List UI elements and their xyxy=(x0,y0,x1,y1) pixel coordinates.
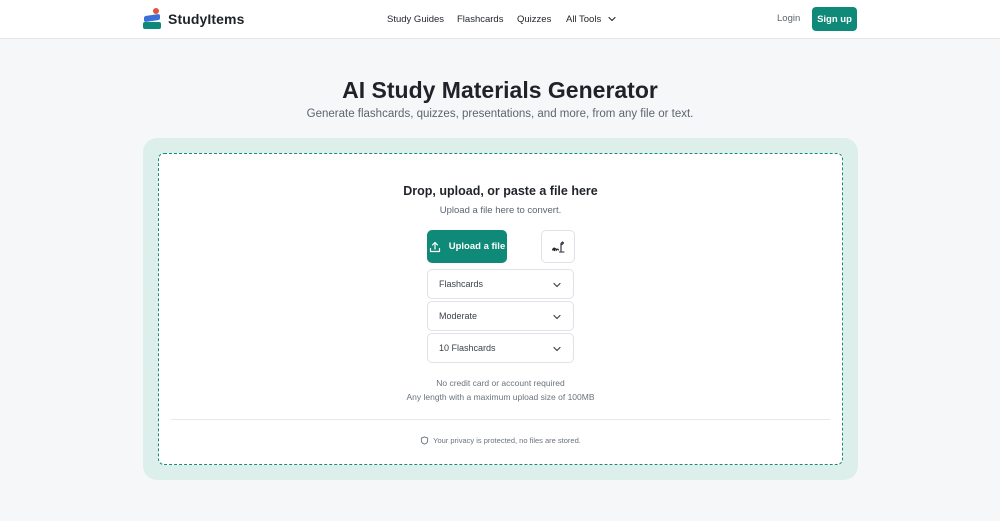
privacy-text: Your privacy is protected, no files are … xyxy=(433,436,581,445)
count-select[interactable]: 10 Flashcards xyxy=(427,333,574,363)
signup-button[interactable]: Sign up xyxy=(812,7,857,31)
upload-icon xyxy=(429,241,440,252)
difficulty-value: Moderate xyxy=(439,311,478,321)
nav-all-tools-label: All Tools xyxy=(566,14,602,25)
chevron-down-icon xyxy=(608,17,616,22)
page-title: AI Study Materials Generator xyxy=(342,77,658,103)
upload-file-button[interactable]: Upload a file xyxy=(427,230,507,263)
page-subtitle: Generate flashcards, quizzes, presentati… xyxy=(306,108,694,120)
logo-icon xyxy=(143,8,162,30)
brand-logo[interactable]: StudyItems xyxy=(143,8,244,30)
divider xyxy=(171,419,830,420)
nav-flashcards[interactable]: Flashcards xyxy=(457,14,503,25)
drop-zone-subtitle: Upload a file here to convert. xyxy=(439,205,562,216)
signature-icon xyxy=(551,240,565,253)
chevron-down-icon xyxy=(553,282,561,288)
shield-icon xyxy=(421,436,429,445)
top-header: StudyItems Study Guides Flashcards Quizz… xyxy=(0,0,1000,39)
brand-name: StudyItems xyxy=(168,11,245,27)
nav-all-tools[interactable]: All Tools xyxy=(566,14,616,25)
material-type-select[interactable]: Flashcards xyxy=(427,269,574,299)
login-link[interactable]: Login xyxy=(777,13,800,24)
drop-zone-title: Drop, upload, or paste a file here xyxy=(403,184,598,198)
upload-file-label: Upload a file xyxy=(448,241,506,252)
signature-button[interactable] xyxy=(541,230,575,263)
no-credit-card-note: No credit card or account required xyxy=(436,378,565,388)
difficulty-select[interactable]: Moderate xyxy=(427,301,574,331)
chevron-down-icon xyxy=(553,346,561,352)
nav-study-guides[interactable]: Study Guides xyxy=(387,14,444,25)
upload-size-note: Any length with a maximum upload size of… xyxy=(406,392,595,402)
privacy-note: Your privacy is protected, no files are … xyxy=(159,436,842,445)
chevron-down-icon xyxy=(553,314,561,320)
count-value: 10 Flashcards xyxy=(439,343,496,353)
nav-quizzes[interactable]: Quizzes xyxy=(517,14,551,25)
material-type-value: Flashcards xyxy=(439,279,484,289)
drop-zone[interactable]: Drop, upload, or paste a file here Uploa… xyxy=(158,153,843,465)
